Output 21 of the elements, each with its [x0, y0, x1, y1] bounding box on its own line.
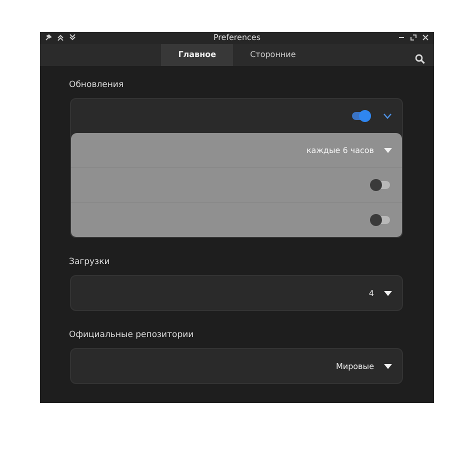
- chevron-up-icon[interactable]: [57, 34, 64, 42]
- close-icon[interactable]: [422, 34, 429, 42]
- toggle-switch[interactable]: [368, 178, 392, 192]
- toggle-switch[interactable]: [368, 213, 392, 227]
- caret-icon: [384, 148, 392, 152]
- section-label: Загрузки: [69, 257, 111, 267]
- maximize-icon[interactable]: [410, 34, 417, 42]
- search-icon[interactable]: [415, 54, 425, 64]
- dropdown-value[interactable]: Мировые: [336, 362, 374, 370]
- tab[interactable]: Сторонние: [233, 44, 313, 66]
- tab[interactable]: Главное: [161, 44, 234, 66]
- caret-icon: [384, 364, 392, 368]
- pin-icon[interactable]: [45, 34, 52, 42]
- window-title: Preferences: [213, 33, 261, 42]
- caret-icon: [384, 290, 392, 296]
- dropdown-value[interactable]: 4: [368, 288, 374, 298]
- chevron-icon[interactable]: [383, 113, 392, 119]
- chevron-down-icon[interactable]: [69, 34, 76, 42]
- section-label: Обновления: [69, 80, 125, 90]
- section-label: Официальные репозитории: [69, 330, 195, 340]
- toggle-switch[interactable]: [349, 109, 373, 123]
